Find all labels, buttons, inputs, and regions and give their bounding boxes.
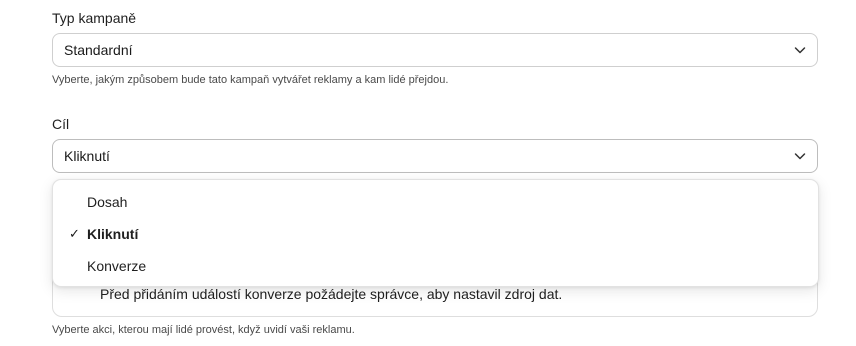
goal-select[interactable]: Kliknutí xyxy=(52,139,818,173)
campaign-type-help: Vyberte, jakým způsobem bude tato kampaň… xyxy=(52,74,449,86)
option-label: Konverze xyxy=(87,258,147,274)
goal-dropdown-menu: Dosah ✓ Kliknutí Konverze xyxy=(52,179,819,287)
goal-option-dosah[interactable]: Dosah xyxy=(53,187,818,219)
chevron-down-icon xyxy=(794,153,806,160)
goal-label: Cíl xyxy=(52,116,70,132)
chevron-down-icon xyxy=(794,47,806,54)
goal-option-kliknuti[interactable]: ✓ Kliknutí xyxy=(53,219,818,251)
goal-value: Kliknutí xyxy=(64,148,110,164)
campaign-type-value: Standardní xyxy=(64,42,133,58)
checkmark-icon: ✓ xyxy=(69,226,80,241)
campaign-type-select[interactable]: Standardní xyxy=(52,33,818,67)
goal-option-konverze[interactable]: Konverze xyxy=(53,251,818,283)
conversion-notice-text: Před přidáním událostí konverze požádejt… xyxy=(100,286,563,302)
campaign-type-label: Typ kampaně xyxy=(52,10,137,26)
option-label: Dosah xyxy=(87,194,128,210)
goal-help: Vyberte akci, kterou mají lidé provést, … xyxy=(52,324,355,336)
option-label: Kliknutí xyxy=(87,226,139,242)
